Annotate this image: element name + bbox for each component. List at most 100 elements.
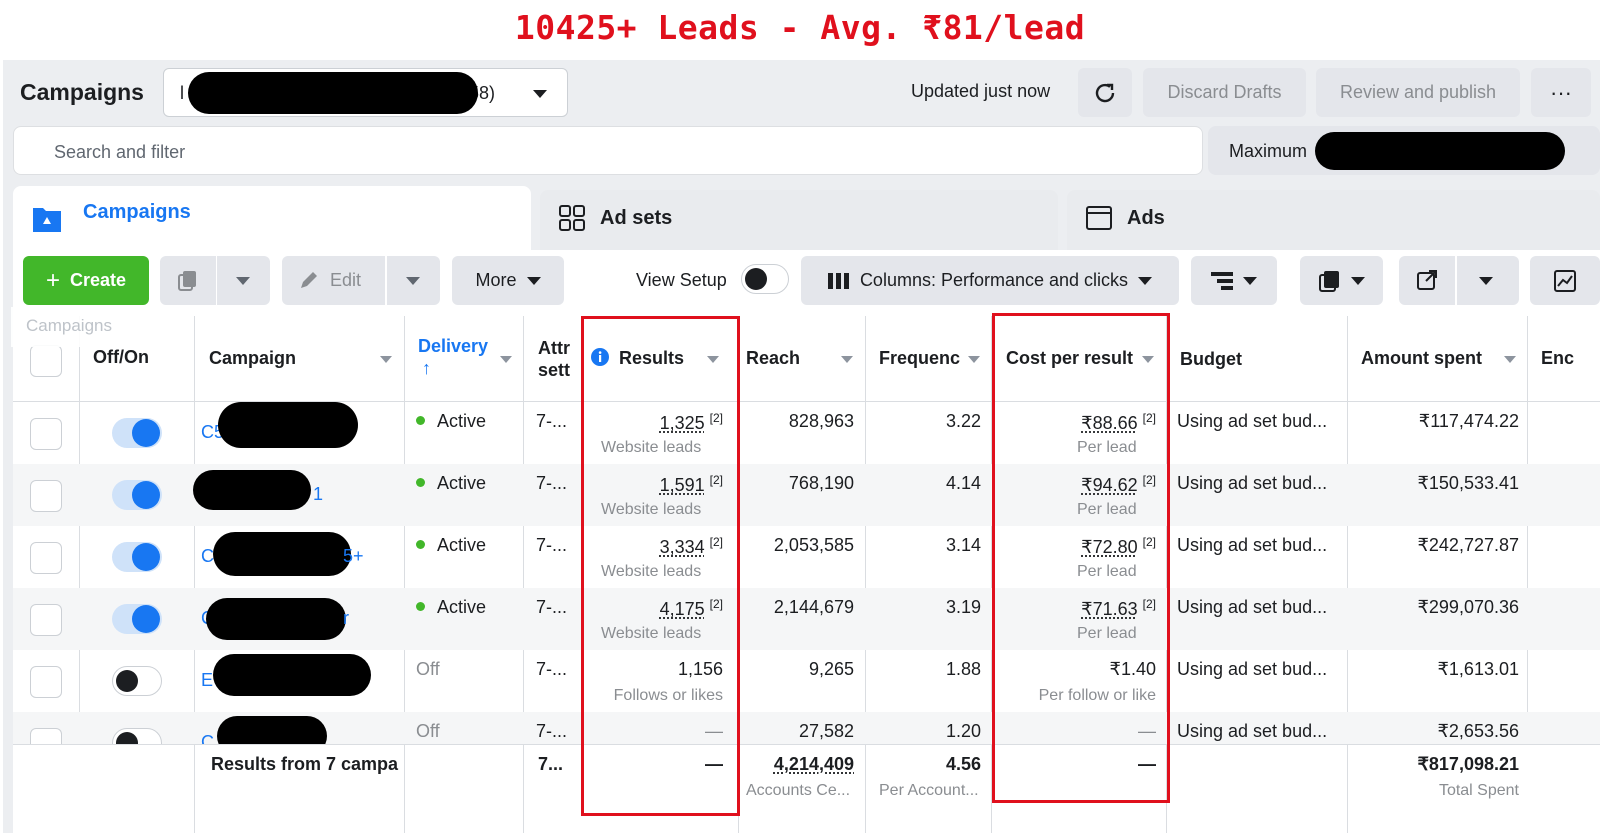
budget-cell: Using ad set bud...: [1177, 535, 1328, 555]
sort-icon[interactable]: [380, 356, 392, 363]
table-row[interactable]: 1 Active 7-... 1,591 [2] Website leads 7…: [13, 464, 1600, 526]
search-input[interactable]: Search and filter: [13, 126, 1203, 175]
columns-icon: [827, 272, 849, 289]
campaign-name[interactable]: 1: [313, 484, 323, 505]
footer-frequency-sub: Per Account...: [879, 782, 979, 799]
tab-campaigns[interactable]: Campaigns: [13, 186, 531, 254]
table-footer: Results from 7 campa 7... — 4,214,409 Ac…: [13, 744, 1600, 833]
redaction-mark: [213, 532, 351, 576]
breakdown-button[interactable]: [1191, 256, 1277, 305]
tab-ads[interactable]: Ads: [1067, 190, 1600, 250]
review-publish-button[interactable]: Review and publish: [1316, 68, 1520, 117]
col-budget[interactable]: Budget: [1180, 349, 1242, 370]
export-button[interactable]: [1399, 256, 1519, 305]
table-row[interactable]: E Off 7-... 1,156 Follows or likes 9,265…: [13, 650, 1600, 712]
frequency-cell: 3.14: [945, 535, 981, 555]
more-button[interactable]: More: [452, 256, 564, 305]
campaign-name-suffix[interactable]: r: [343, 608, 349, 629]
discard-drafts-button[interactable]: Discard Drafts: [1143, 68, 1306, 117]
sort-icon[interactable]: [500, 356, 512, 363]
columns-button[interactable]: Columns: Performance and clicks: [801, 256, 1179, 305]
grid-icon: [559, 205, 585, 231]
budget-cell: Using ad set bud...: [1177, 721, 1328, 741]
edit-label: Edit: [330, 270, 362, 290]
delivery-text: Active: [437, 597, 487, 617]
row-checkbox[interactable]: [30, 480, 62, 512]
footer-attribution: 7...: [538, 754, 564, 774]
row-checkbox[interactable]: [30, 418, 62, 450]
campaign-name-suffix[interactable]: 5+: [343, 546, 364, 567]
amount-cell: ₹242,727.87: [1417, 535, 1519, 555]
amount-cell: ₹150,533.41: [1417, 473, 1519, 493]
delivery-status: Active: [416, 411, 486, 432]
row-checkbox[interactable]: [30, 666, 62, 698]
sort-icon[interactable]: [968, 356, 980, 363]
plus-icon: +: [45, 266, 60, 294]
footer-reach-value[interactable]: 4,214,409: [774, 754, 854, 774]
table-row[interactable]: C Off 7-... — 27,582 1.20 — Using ad set…: [13, 712, 1600, 744]
account-name-prefix: l: [180, 83, 184, 103]
toggle-knob: [132, 419, 160, 447]
budget-cell: Using ad set bud...: [1177, 597, 1328, 617]
tab-label: Ads: [1127, 207, 1165, 229]
campaign-toggle[interactable]: [112, 480, 162, 510]
account-select[interactable]: l 58): [163, 68, 568, 117]
column-divider: [1347, 745, 1348, 833]
chevron-down-icon: [406, 277, 420, 285]
filter-chip[interactable]: Maximum: [1208, 126, 1600, 175]
redaction-mark: [217, 716, 327, 744]
more-options-button[interactable]: ···: [1531, 68, 1591, 117]
col-delivery[interactable]: Delivery: [418, 336, 488, 357]
redaction-mark: [188, 72, 478, 114]
footer-reach-sub: Accounts Ce...: [746, 782, 851, 799]
campaign-toggle[interactable]: [112, 604, 162, 634]
duplicate-button[interactable]: [160, 256, 270, 305]
delivery-status: Active: [416, 473, 486, 494]
table-row[interactable]: C r Active 7-... 4,175 [2] Website leads…: [13, 588, 1600, 650]
attribution-cell: 7-...: [536, 411, 568, 431]
attribution-cell: 7-...: [536, 659, 568, 679]
delivery-text: Active: [437, 473, 487, 493]
reach-cell: 27,582: [798, 721, 854, 741]
campaign-name[interactable]: E: [201, 670, 213, 691]
col-amount-spent[interactable]: Amount spent: [1361, 348, 1482, 369]
sort-icon[interactable]: [841, 356, 853, 363]
table-row[interactable]: C 5+ Active 7-... 3,334 [2] Website lead…: [13, 526, 1600, 588]
col-attribution[interactable]: Attr: [538, 338, 570, 359]
column-divider: [865, 745, 866, 833]
row-checkbox[interactable]: [30, 542, 62, 574]
charts-button[interactable]: [1530, 256, 1600, 305]
footer-amount: ₹817,098.21: [1417, 754, 1519, 774]
col-onoff[interactable]: Off/On: [93, 347, 149, 368]
reports-button[interactable]: [1300, 256, 1383, 305]
campaign-name[interactable]: C: [201, 732, 214, 744]
campaign-toggle[interactable]: [112, 666, 162, 696]
select-all-checkbox[interactable]: [30, 345, 62, 377]
active-dot-icon: [416, 415, 425, 425]
footer-label: Results from 7 campa: [211, 754, 399, 774]
table-row[interactable]: C5 Active 7-... 1,325 [2] Website leads …: [13, 402, 1600, 464]
edit-button[interactable]: Edit: [282, 256, 440, 305]
campaign-toggle[interactable]: [112, 418, 162, 448]
col-campaign[interactable]: Campaign: [209, 348, 296, 369]
campaign-toggle[interactable]: [112, 542, 162, 572]
sort-icon[interactable]: [1504, 356, 1516, 363]
delivery-text: Off: [416, 659, 440, 679]
col-frequency[interactable]: Frequenc: [879, 348, 960, 369]
create-button[interactable]: + Create: [23, 256, 149, 305]
redaction-mark: [213, 654, 371, 696]
refresh-button[interactable]: [1078, 68, 1132, 117]
tab-ad-sets[interactable]: Ad sets: [540, 190, 1058, 250]
toolbar: + Create Edit More View Setup Columns: Pe…: [13, 250, 1600, 316]
row-checkbox[interactable]: [30, 604, 62, 636]
col-reach[interactable]: Reach: [746, 348, 800, 369]
toggle-knob: [132, 543, 160, 571]
banner-text: 10425+ Leads - Avg. ₹81/lead: [514, 8, 1086, 47]
frequency-cell: 3.19: [945, 597, 981, 617]
col-ends[interactable]: Enc: [1541, 348, 1574, 369]
row-checkbox[interactable]: [30, 728, 62, 744]
campaign-toggle[interactable]: [112, 728, 162, 744]
campaign-name[interactable]: C: [201, 546, 214, 567]
budget-cell: Using ad set bud...: [1177, 473, 1328, 493]
view-setup-toggle[interactable]: [741, 264, 789, 294]
